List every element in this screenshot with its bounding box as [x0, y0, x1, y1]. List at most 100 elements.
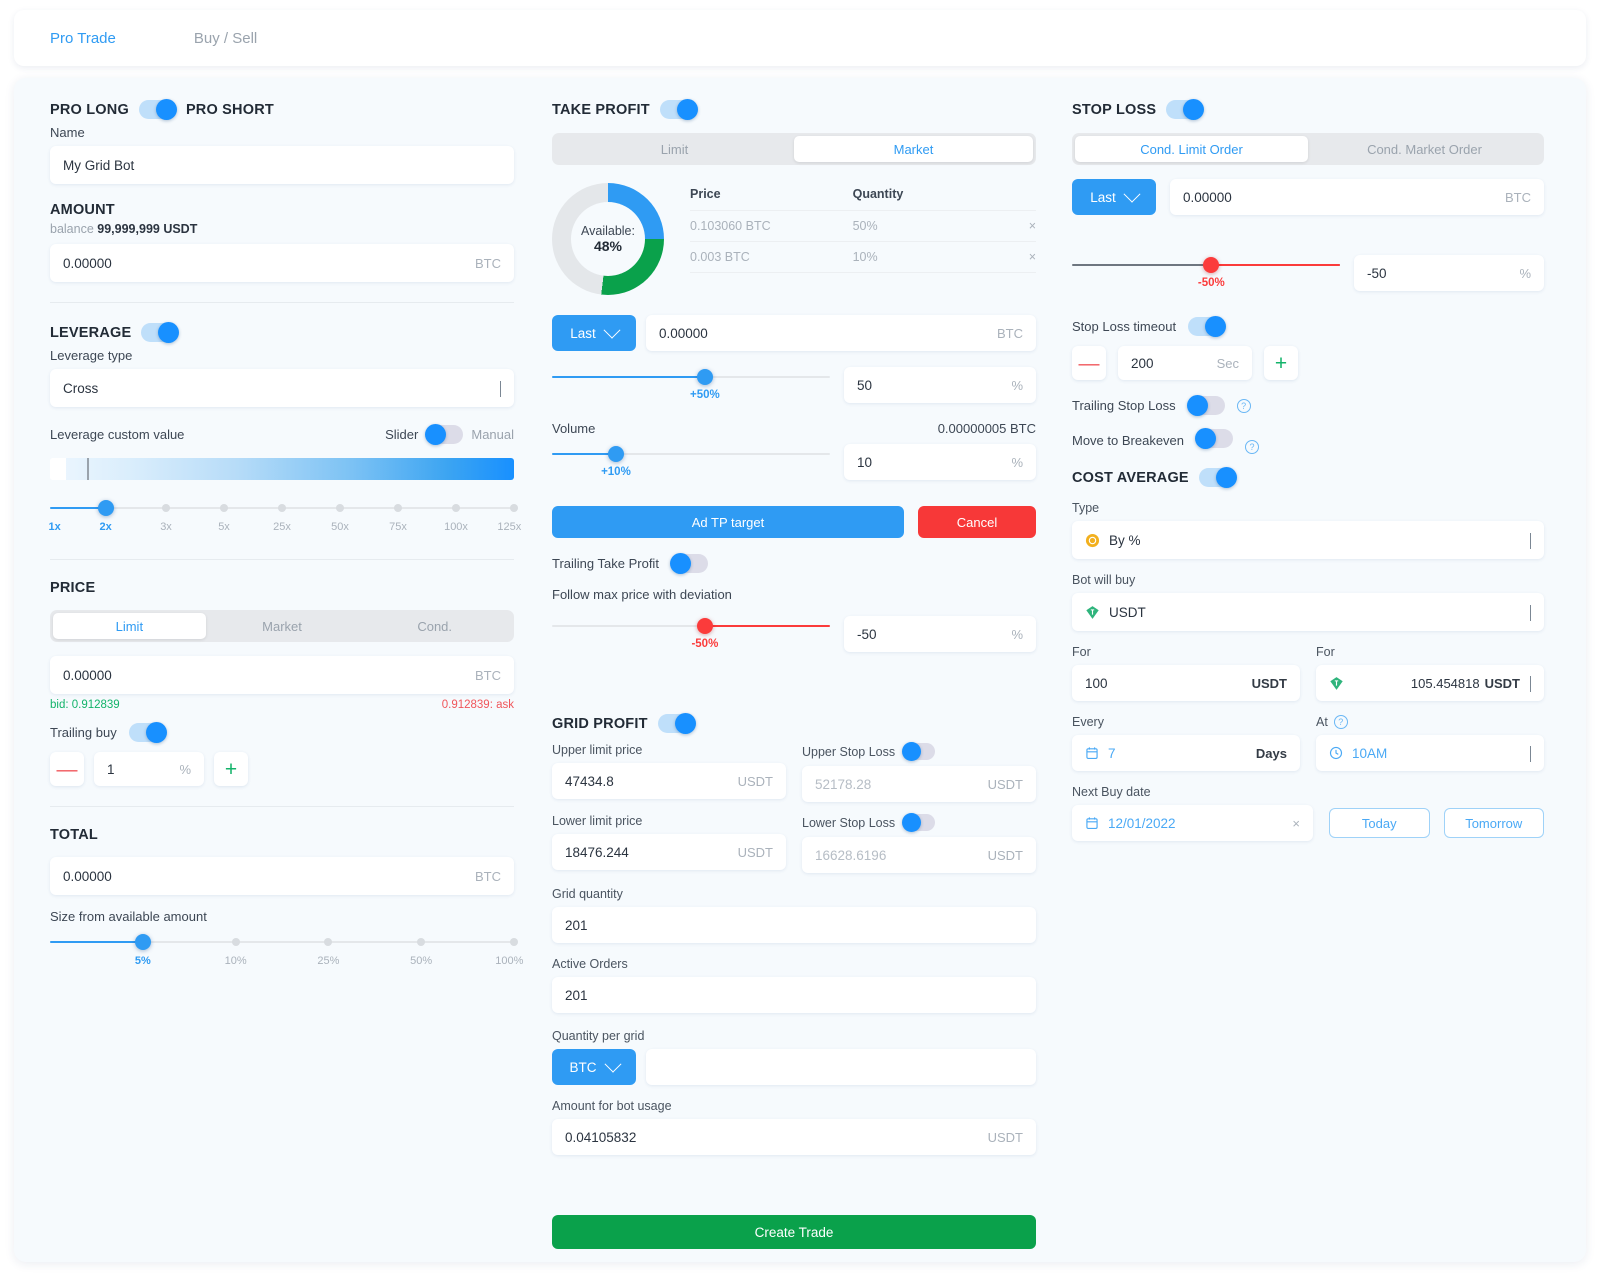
active-orders-input[interactable]: 201: [552, 977, 1036, 1013]
direction-toggle[interactable]: [138, 98, 177, 120]
trailing-buy-increment[interactable]: +: [214, 752, 248, 786]
trailing-buy-toggle[interactable]: [128, 721, 167, 743]
sl-tab-cond-market[interactable]: Cond. Market Order: [1308, 136, 1541, 162]
stop-loss-toggle[interactable]: [1166, 98, 1205, 120]
create-trade-button[interactable]: Create Trade: [552, 1215, 1036, 1249]
slider-handle[interactable]: [97, 500, 114, 516]
upper-stop-loss-toggle[interactable]: [902, 742, 936, 761]
trailing-sl-row: Trailing Stop Loss ?: [1072, 394, 1544, 416]
slider-fill: [704, 625, 830, 627]
upper-limit-input[interactable]: 47434.8 USDT: [552, 763, 786, 799]
type-select[interactable]: By %: [1072, 521, 1544, 559]
tp-percent-input[interactable]: 50 %: [844, 367, 1036, 403]
for-input-1[interactable]: 100 USDT: [1072, 665, 1300, 701]
volume-input[interactable]: 10 %: [844, 444, 1036, 480]
leverage-tick-label: 3x: [160, 521, 172, 533]
trailing-buy-value: 1: [107, 761, 115, 777]
tp-tab-limit[interactable]: Limit: [555, 136, 794, 162]
usdt-suffix: USDT: [987, 776, 1023, 792]
grid-profit-toggle[interactable]: [657, 712, 696, 734]
sl-price-value: 0.00000: [1183, 189, 1232, 205]
available-label: Available:: [581, 224, 635, 238]
follow-deviation-input[interactable]: -50 %: [844, 616, 1036, 652]
sl-tab-cond-limit[interactable]: Cond. Limit Order: [1075, 136, 1308, 162]
lower-limit-input[interactable]: 18476.244 USDT: [552, 834, 786, 870]
cancel-button[interactable]: Cancel: [918, 506, 1036, 538]
sl-price-input[interactable]: 0.00000 BTC: [1170, 179, 1544, 215]
tomorrow-button[interactable]: Tomorrow: [1443, 808, 1544, 838]
remove-target-icon[interactable]: ×: [991, 241, 1036, 273]
size-slider[interactable]: [50, 932, 518, 952]
slider-handle[interactable]: [1203, 257, 1220, 273]
slider-handle[interactable]: [134, 934, 151, 950]
price-tab-cond[interactable]: Cond.: [358, 613, 511, 639]
size-tick-label: 50%: [410, 955, 433, 967]
trailing-sl-toggle[interactable]: [1186, 394, 1225, 416]
volume-slider[interactable]: [552, 444, 830, 464]
amount-input[interactable]: 0.00000 BTC: [50, 244, 514, 282]
cost-average-toggle[interactable]: [1198, 466, 1237, 488]
remove-target-icon[interactable]: ×: [991, 210, 1036, 242]
sl-timeout-decrement[interactable]: —: [1072, 346, 1106, 380]
grid-quantity-input[interactable]: 201: [552, 907, 1036, 943]
trailing-buy-decrement[interactable]: —: [50, 752, 84, 786]
name-input[interactable]: My Grid Bot: [50, 146, 514, 184]
sl-percent-slider[interactable]: [1072, 255, 1340, 275]
quantity-currency-dropdown[interactable]: BTC: [552, 1049, 636, 1085]
quantity-per-grid-input[interactable]: [646, 1049, 1036, 1085]
slider-handle[interactable]: [696, 618, 713, 634]
tp-price-input[interactable]: 0.00000 BTC: [646, 315, 1036, 351]
sl-timeout-increment[interactable]: +: [1264, 346, 1298, 380]
next-buy-date-input[interactable]: 12/01/2022 ×: [1072, 805, 1313, 841]
sl-percent-suffix: %: [1519, 265, 1531, 281]
lower-price-row: Lower limit price 18476.244 USDT Lower S…: [552, 813, 1036, 873]
sl-timeout-input[interactable]: 200 Sec: [1118, 346, 1252, 380]
slider-handle[interactable]: [696, 369, 713, 385]
sl-price-source-dropdown[interactable]: Last: [1072, 179, 1156, 215]
add-tp-target-button[interactable]: Ad TP target: [552, 506, 904, 538]
bot-usage-input[interactable]: 0.04105832 USDT: [552, 1119, 1036, 1155]
clear-date-icon[interactable]: ×: [1292, 816, 1300, 831]
tab-pro-trade[interactable]: Pro Trade: [50, 30, 116, 47]
table-header-quantity: Quantity: [852, 187, 904, 201]
leverage-type-select[interactable]: Cross: [50, 369, 514, 407]
slider-manual-toggle[interactable]: [425, 423, 464, 445]
trailing-tp-toggle[interactable]: [669, 552, 708, 574]
manual-mode-label: Manual: [471, 427, 514, 442]
sl-percent-input[interactable]: -50 %: [1354, 255, 1544, 291]
for-value-2: 105.454818: [1410, 675, 1480, 691]
help-icon[interactable]: ?: [1245, 440, 1260, 454]
today-button[interactable]: Today: [1329, 808, 1430, 838]
for-input-2[interactable]: 105.454818 USDT: [1316, 665, 1544, 701]
tp-tab-market[interactable]: Market: [794, 136, 1033, 162]
slider-handle[interactable]: [607, 446, 624, 462]
at-label: At: [1316, 715, 1328, 729]
bot-will-buy-select[interactable]: USDT: [1072, 593, 1544, 631]
slider-tick: [394, 504, 402, 512]
every-input[interactable]: 7 Days: [1072, 735, 1300, 771]
ask-text: 0.912839: ask: [441, 699, 514, 711]
leverage-toggle[interactable]: [141, 321, 180, 343]
help-icon[interactable]: ?: [1236, 398, 1251, 413]
tp-price-source-dropdown[interactable]: Last: [552, 315, 636, 351]
leverage-tick-label: 100x: [444, 521, 468, 533]
upper-stop-loss-input[interactable]: 52178.28 USDT: [802, 766, 1036, 802]
price-tab-market[interactable]: Market: [206, 613, 359, 639]
tab-buy-sell[interactable]: Buy / Sell: [194, 30, 257, 47]
slider-tick: [278, 504, 286, 512]
leverage-slider[interactable]: [50, 498, 518, 518]
lower-stop-loss-input[interactable]: 16628.6196 USDT: [802, 837, 1036, 873]
trailing-buy-input[interactable]: 1 %: [94, 752, 204, 786]
calendar-icon: [1085, 816, 1100, 831]
total-input[interactable]: 0.00000 BTC: [50, 857, 514, 895]
tp-percent-slider[interactable]: [552, 367, 830, 387]
price-input[interactable]: 0.00000 BTC: [50, 656, 514, 694]
follow-deviation-slider[interactable]: [552, 616, 830, 636]
breakeven-toggle[interactable]: [1195, 427, 1234, 449]
lower-stop-loss-toggle[interactable]: [902, 813, 936, 832]
price-tab-limit[interactable]: Limit: [53, 613, 206, 639]
take-profit-toggle[interactable]: [659, 98, 698, 120]
help-icon[interactable]: ?: [1333, 715, 1348, 729]
sl-timeout-toggle[interactable]: [1188, 315, 1227, 337]
at-select[interactable]: 10AM: [1316, 735, 1544, 771]
